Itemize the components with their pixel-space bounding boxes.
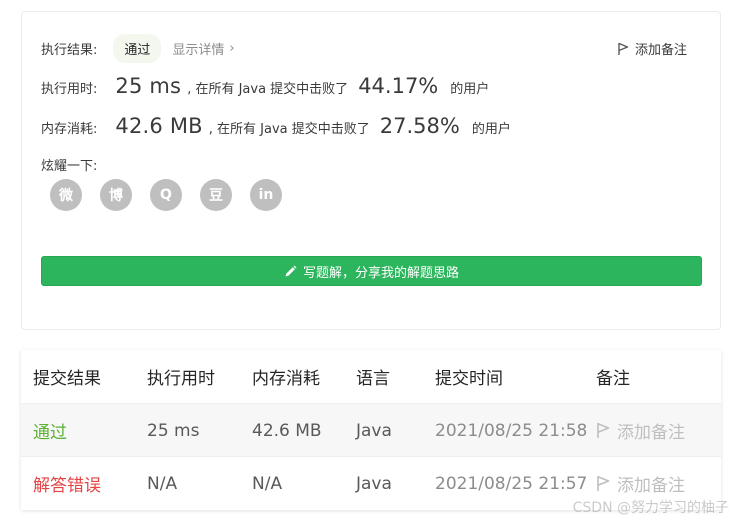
flag-icon bbox=[597, 476, 610, 491]
runtime-value: 25 ms bbox=[115, 74, 182, 98]
row-add-note-label: 添加备注 bbox=[617, 423, 685, 443]
add-note-label: 添加备注 bbox=[634, 43, 687, 58]
header-memory: 内存消耗 bbox=[252, 369, 320, 389]
runtime-row: 执行用时: 25 ms , 在所有 Java 提交中击败了 44.17% 的用户 bbox=[41, 74, 489, 98]
memory-row: 内存消耗: 42.6 MB , 在所有 Java 提交中击败了 27.58% 的… bbox=[41, 114, 511, 138]
row-language: Java bbox=[356, 420, 392, 441]
douban-icon[interactable]: 豆 bbox=[200, 179, 232, 211]
header-note: 备注 bbox=[596, 369, 630, 389]
watermark: CSDN @努力学习的柚子 bbox=[572, 500, 729, 516]
row-runtime: N/A bbox=[147, 473, 178, 494]
runtime-label: 执行用时: bbox=[41, 82, 98, 97]
row-status[interactable]: 解答错误 bbox=[33, 457, 101, 510]
share-icons: 微 博 Q 豆 in bbox=[50, 179, 300, 211]
wechat-icon[interactable]: 微 bbox=[50, 179, 82, 211]
row-add-note-label: 添加备注 bbox=[617, 476, 685, 496]
row-runtime: 25 ms bbox=[147, 420, 200, 441]
result-row: 执行结果: 通过 显示详情 › bbox=[41, 34, 235, 63]
row-memory: N/A bbox=[252, 473, 283, 494]
runtime-percentile: 44.17% bbox=[358, 74, 439, 98]
row-status[interactable]: 通过 bbox=[33, 404, 67, 457]
chevron-right-icon: › bbox=[229, 41, 235, 56]
flag-icon bbox=[618, 42, 629, 55]
share-label: 炫耀一下: bbox=[41, 159, 98, 174]
runtime-beat-text: , 在所有 Java 提交中击败了 bbox=[187, 82, 349, 97]
memory-percentile: 27.58% bbox=[379, 114, 460, 138]
table-row[interactable]: 通过 25 ms 42.6 MB Java 2021/08/25 21:58 添… bbox=[21, 403, 721, 456]
flag-icon bbox=[597, 423, 610, 438]
result-status-badge: 通过 bbox=[113, 34, 162, 63]
add-note-button[interactable]: 添加备注 bbox=[617, 39, 687, 58]
memory-value: 42.6 MB bbox=[115, 114, 203, 138]
memory-suffix: 的用户 bbox=[471, 122, 511, 137]
row-add-note-button[interactable]: 添加备注 bbox=[596, 404, 685, 457]
memory-beat-text: , 在所有 Java 提交中击败了 bbox=[208, 122, 370, 137]
row-submitted: 2021/08/25 21:58 bbox=[435, 420, 588, 441]
table-header: 提交结果 执行用时 内存消耗 语言 提交时间 备注 bbox=[21, 350, 721, 403]
row-submitted: 2021/08/25 21:57 bbox=[435, 473, 588, 494]
row-memory: 42.6 MB bbox=[252, 420, 322, 441]
submissions-table: 提交结果 执行用时 内存消耗 语言 提交时间 备注 通过 25 ms 42.6 … bbox=[21, 350, 721, 510]
write-solution-label: 写题解，分享我的解题思路 bbox=[302, 265, 459, 281]
memory-label: 内存消耗: bbox=[41, 122, 98, 137]
row-language: Java bbox=[356, 473, 392, 494]
header-language: 语言 bbox=[356, 369, 390, 389]
header-submitted: 提交时间 bbox=[435, 369, 503, 389]
result-label: 执行结果: bbox=[41, 43, 98, 58]
write-solution-button[interactable]: 写题解，分享我的解题思路 bbox=[41, 256, 702, 286]
pencil-icon bbox=[285, 265, 297, 276]
show-details-link[interactable]: 显示详情 › bbox=[172, 39, 234, 58]
show-details-label: 显示详情 bbox=[172, 43, 225, 58]
header-runtime: 执行用时 bbox=[147, 369, 215, 389]
weibo-icon[interactable]: 博 bbox=[100, 179, 132, 211]
linkedin-icon[interactable]: in bbox=[250, 179, 282, 211]
result-card: 执行结果: 通过 显示详情 › 添加备注 执行用时: 25 ms , 在所有 J… bbox=[21, 11, 721, 330]
qq-icon[interactable]: Q bbox=[150, 179, 182, 211]
header-status: 提交结果 bbox=[33, 369, 101, 389]
runtime-suffix: 的用户 bbox=[450, 82, 490, 97]
